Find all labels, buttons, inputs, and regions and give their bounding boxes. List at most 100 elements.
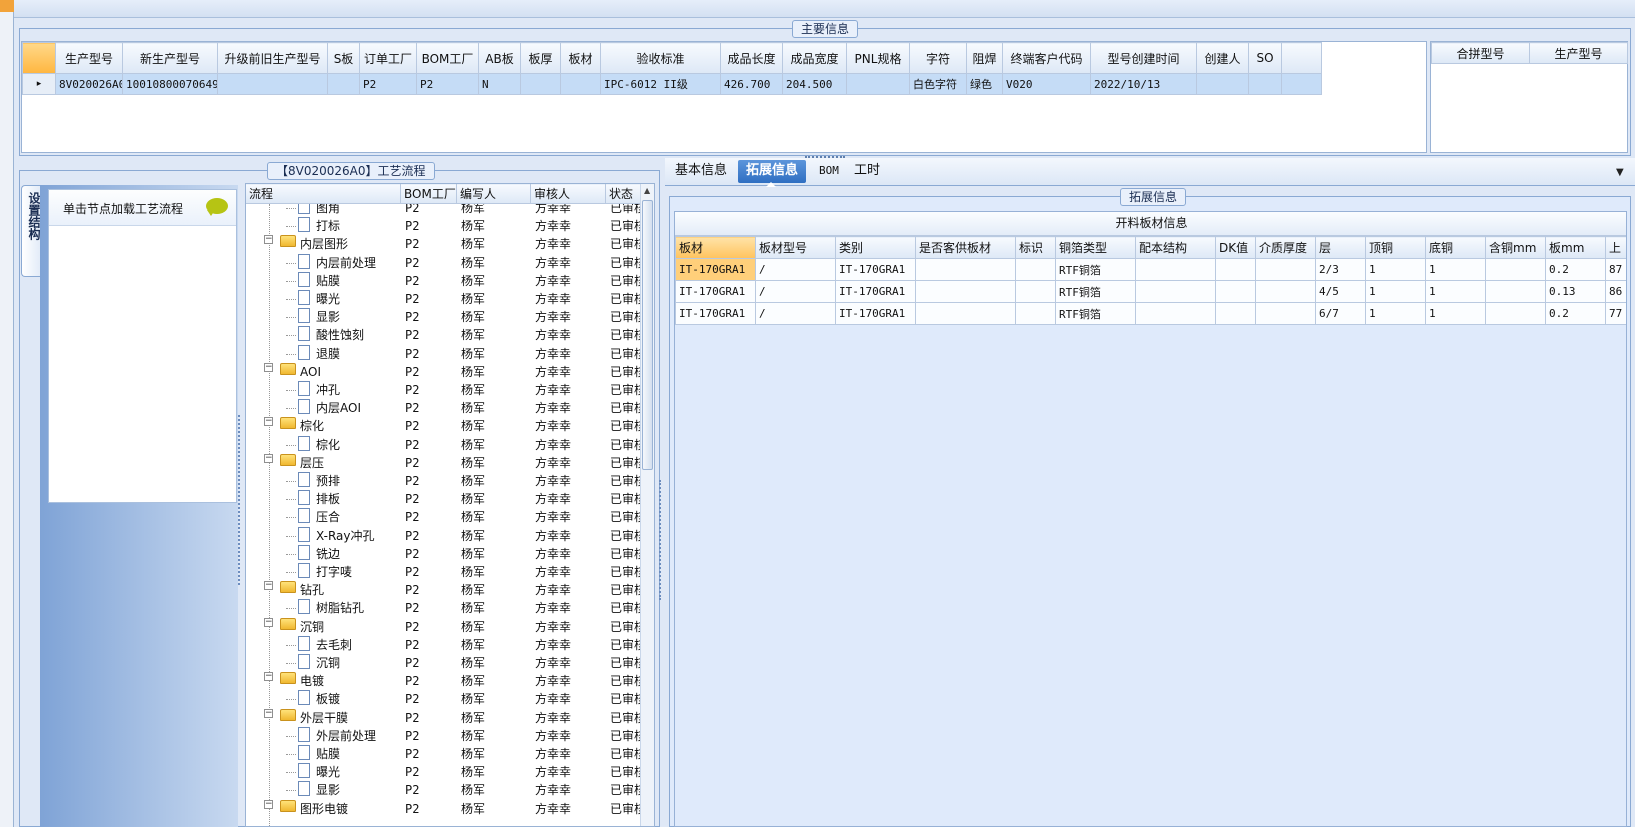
col-header-production-model[interactable]: 生产型号 bbox=[1529, 42, 1628, 64]
main-cell-9[interactable]: IPC-6012 II级 bbox=[600, 73, 721, 95]
col-header-main-16[interactable]: 型号创建时间 bbox=[1090, 42, 1197, 74]
col-header-material-7[interactable]: DK值 bbox=[1215, 236, 1256, 259]
tree-row[interactable]: 沉铜 P2 杨军 方幸幸 已审核 bbox=[246, 654, 644, 673]
tree-row[interactable]: 贴膜 P2 杨军 方幸幸 已审核 bbox=[246, 271, 644, 291]
col-header-material-9[interactable]: 层 bbox=[1315, 236, 1366, 259]
main-info-grid[interactable]: 生产型号 新生产型号 升级前旧生产型号 S板 订单工厂 BOM工厂 AB板 板厚 板材 验收标准成… bbox=[21, 41, 1427, 153]
material-cell[interactable] bbox=[1015, 302, 1056, 325]
tree-row[interactable]: 打标 P2 杨军 方幸幸 已审核 bbox=[246, 217, 644, 236]
tree-row[interactable]: 板镀 P2 杨军 方幸幸 已审核 bbox=[246, 690, 644, 709]
collapse-toggle-icon[interactable]: − bbox=[264, 453, 273, 463]
tree-row[interactable]: 排板 P2 杨军 方幸幸 已审核 bbox=[246, 490, 644, 509]
material-cell[interactable]: 77 bbox=[1605, 302, 1626, 325]
col-header-material-14[interactable]: 上 bbox=[1605, 236, 1626, 259]
table-row[interactable]: IT-170GRA1/IT-170GRA1 RTF铜箔 6/7 1 1 0.2 77 bbox=[675, 302, 1626, 325]
collapse-toggle-icon[interactable]: − bbox=[264, 708, 273, 718]
main-cell-15[interactable]: V020 bbox=[1002, 73, 1091, 95]
main-cell-12[interactable] bbox=[846, 73, 910, 95]
col-header-main-5[interactable]: BOM工厂 bbox=[416, 42, 479, 74]
material-cell[interactable] bbox=[1015, 280, 1056, 303]
select-all-corner[interactable] bbox=[22, 42, 56, 74]
col-header-material-6[interactable]: 配本结构 bbox=[1135, 236, 1216, 259]
material-cell[interactable]: 86 bbox=[1605, 280, 1626, 303]
tree-row[interactable]: 显影 P2 杨军 方幸幸 已审核 bbox=[246, 308, 644, 327]
material-cell[interactable] bbox=[1485, 302, 1546, 325]
scrollbar-thumb[interactable] bbox=[642, 200, 653, 470]
col-header-material-0[interactable]: 板材 bbox=[675, 236, 756, 259]
col-header-main-13[interactable]: 字符 bbox=[909, 42, 967, 74]
material-cell[interactable]: 1 bbox=[1425, 302, 1486, 325]
main-cell-3[interactable] bbox=[327, 73, 360, 95]
tab-work-hours[interactable]: 工时 bbox=[846, 160, 888, 183]
col-header-merge-model[interactable]: 合拼型号 bbox=[1431, 42, 1530, 64]
tab-basic-info[interactable]: 基本信息 bbox=[667, 160, 735, 183]
collapse-toggle-icon[interactable]: − bbox=[264, 672, 273, 682]
collapse-toggle-icon[interactable]: − bbox=[264, 617, 273, 627]
material-cell[interactable] bbox=[1485, 280, 1546, 303]
col-header-main-10[interactable]: 成品长度 bbox=[720, 42, 783, 74]
material-cell[interactable]: 0.2 bbox=[1545, 258, 1606, 281]
material-cell[interactable]: 87 bbox=[1605, 258, 1626, 281]
col-header-main-2[interactable]: 升级前旧生产型号 bbox=[217, 42, 328, 74]
tree-row[interactable]: − AOI P2 杨军 方幸幸 已审核 bbox=[246, 362, 644, 382]
material-cell[interactable] bbox=[915, 258, 1016, 281]
tree-row[interactable]: 预排 P2 杨军 方幸幸 已审核 bbox=[246, 472, 644, 491]
col-header-material-3[interactable]: 是否客供板材 bbox=[915, 236, 1016, 259]
table-row[interactable]: ▸ 8V020026A0 10010800070649 P2 P2 N IPC-6012 … bbox=[22, 73, 1322, 95]
collapse-toggle-icon[interactable]: − bbox=[264, 581, 273, 591]
material-cell[interactable]: 2/3 bbox=[1315, 258, 1366, 281]
material-cell[interactable]: RTF铜箔 bbox=[1055, 280, 1136, 303]
col-header-bom-factory[interactable]: BOM工厂 bbox=[400, 184, 457, 204]
main-cell-6[interactable]: N bbox=[478, 73, 521, 95]
tree-row[interactable]: 酸性蚀刻 P2 杨军 方幸幸 已审核 bbox=[246, 326, 644, 345]
material-cell[interactable] bbox=[1255, 302, 1316, 325]
material-cell[interactable] bbox=[1015, 258, 1056, 281]
tree-row[interactable]: − 棕化 P2 杨军 方幸幸 已审核 bbox=[246, 417, 644, 436]
material-cell[interactable]: / bbox=[755, 280, 836, 303]
main-cell-8[interactable] bbox=[560, 73, 601, 95]
material-cell[interactable] bbox=[1215, 302, 1256, 325]
material-cell[interactable] bbox=[1255, 280, 1316, 303]
table-row[interactable]: IT-170GRA1/IT-170GRA1 RTF铜箔 2/3 1 1 0.2 87 bbox=[675, 258, 1626, 281]
merge-model-grid[interactable]: 合拼型号 生产型号 bbox=[1430, 41, 1628, 153]
tree-row[interactable]: 内层AOI P2 杨军 方幸幸 已审核 bbox=[246, 399, 644, 418]
col-header-main-11[interactable]: 成品宽度 bbox=[782, 42, 847, 74]
material-cell[interactable] bbox=[1135, 258, 1216, 281]
material-cell[interactable] bbox=[1485, 258, 1546, 281]
tree-row[interactable]: − 电镀 P2 杨军 方幸幸 已审核 bbox=[246, 672, 644, 691]
col-header-main-8[interactable]: 板材 bbox=[560, 42, 601, 74]
collapse-toggle-icon[interactable]: − bbox=[264, 362, 273, 372]
material-cell[interactable]: 1 bbox=[1365, 280, 1426, 303]
load-process-hint[interactable]: 单击节点加载工艺流程 bbox=[63, 200, 183, 217]
col-header-material-2[interactable]: 类别 bbox=[835, 236, 916, 259]
main-cell-1[interactable]: 10010800070649 bbox=[122, 73, 218, 95]
tree-row[interactable]: − 层压 P2 杨军 方幸幸 已审核 bbox=[246, 453, 644, 473]
main-cell-7[interactable] bbox=[520, 73, 561, 95]
table-row[interactable]: IT-170GRA1/IT-170GRA1 RTF铜箔 4/5 1 1 0.13 86 bbox=[675, 280, 1626, 303]
col-header-main-4[interactable]: 订单工厂 bbox=[359, 42, 417, 74]
main-cell-10[interactable]: 426.700 bbox=[720, 73, 783, 95]
material-cell[interactable] bbox=[1255, 258, 1316, 281]
tab-extended-info[interactable]: 拓展信息 bbox=[738, 160, 807, 183]
col-header-flow[interactable]: 流程 bbox=[246, 184, 401, 204]
tab-bom[interactable]: BOM bbox=[811, 160, 847, 183]
col-header-main-15[interactable]: 终端客户代码 bbox=[1002, 42, 1091, 74]
tree-row[interactable]: 外层前处理 P2 杨军 方幸幸 已审核 bbox=[246, 726, 644, 746]
tree-row[interactable]: 打字唛 P2 杨军 方幸幸 已审核 bbox=[246, 563, 644, 582]
main-cell-14[interactable]: 绿色 bbox=[966, 73, 1003, 95]
material-cell[interactable]: IT-170GRA1 bbox=[835, 258, 916, 281]
col-header-main-0[interactable]: 生产型号 bbox=[55, 42, 123, 74]
tree-row[interactable]: 退膜 P2 杨军 方幸幸 已审核 bbox=[246, 344, 644, 364]
collapse-toggle-icon[interactable]: − bbox=[264, 799, 273, 809]
tree-row[interactable]: 曝光 P2 杨军 方幸幸 已审核 bbox=[246, 763, 644, 782]
tree-row[interactable]: 冲孔 P2 杨军 方幸幸 已审核 bbox=[246, 381, 644, 400]
material-cell[interactable]: / bbox=[755, 258, 836, 281]
collapse-toggle-icon[interactable]: − bbox=[264, 417, 273, 427]
main-cell-4[interactable]: P2 bbox=[359, 73, 417, 95]
col-header-main-1[interactable]: 新生产型号 bbox=[122, 42, 218, 74]
material-cell[interactable]: 1 bbox=[1425, 280, 1486, 303]
tree-row[interactable]: 图角 P2 杨军 方幸幸 已审核 bbox=[246, 204, 644, 218]
main-cell-17[interactable] bbox=[1196, 73, 1249, 95]
material-cell[interactable]: 1 bbox=[1425, 258, 1486, 281]
material-cell[interactable]: 1 bbox=[1365, 302, 1426, 325]
